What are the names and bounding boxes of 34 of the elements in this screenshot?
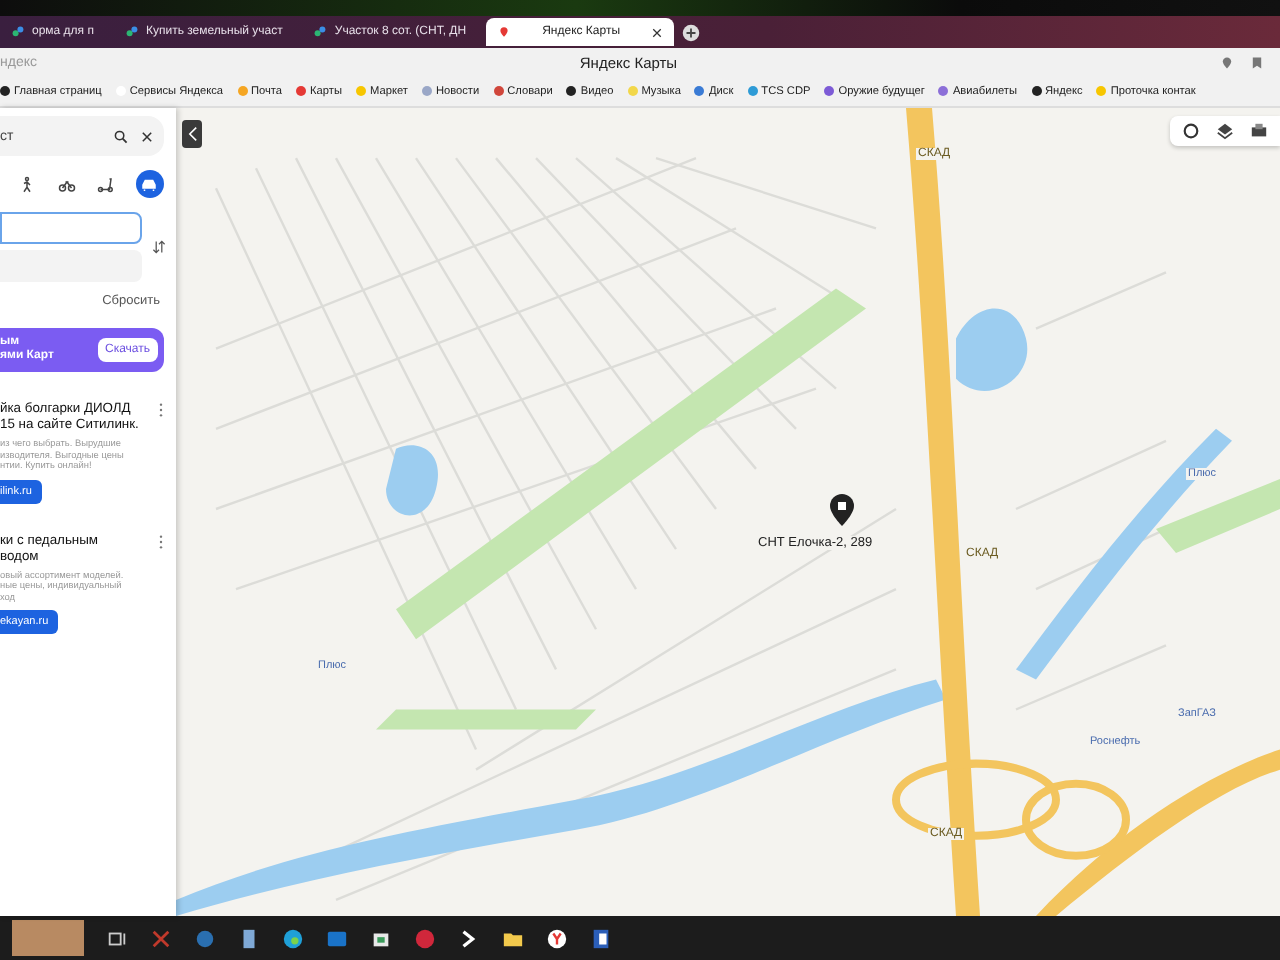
new-tab-icon[interactable] — [682, 23, 701, 41]
document-icon[interactable] — [590, 927, 612, 949]
location-icon[interactable] — [1220, 55, 1234, 69]
favicon-icon — [125, 26, 138, 38]
bookmark-icon[interactable] — [1250, 55, 1264, 69]
search-icon[interactable] — [114, 129, 128, 143]
task-view-icon[interactable] — [106, 927, 128, 949]
printer-icon[interactable] — [1250, 122, 1268, 140]
car-icon[interactable] — [135, 170, 164, 198]
terminal-icon[interactable] — [458, 927, 480, 949]
more-icon[interactable] — [158, 533, 164, 549]
close-icon[interactable] — [140, 129, 154, 143]
app-icon[interactable] — [150, 927, 172, 949]
browser-icon[interactable] — [282, 927, 304, 949]
bicycle-icon[interactable] — [57, 175, 76, 193]
location-pin-icon — [830, 494, 854, 526]
map-pin-icon — [498, 26, 511, 38]
notepad-icon[interactable] — [238, 927, 260, 949]
layers-icon[interactable] — [1216, 122, 1234, 140]
circle-icon[interactable] — [1182, 122, 1200, 140]
origin-field[interactable] — [0, 212, 142, 244]
mail-icon[interactable] — [326, 927, 348, 949]
chevron-left-icon — [187, 126, 197, 142]
collapse-panel-button[interactable] — [182, 120, 202, 148]
walk-icon[interactable] — [18, 175, 36, 193]
more-icon[interactable] — [158, 402, 164, 418]
close-icon[interactable] — [652, 27, 663, 37]
app-icon[interactable] — [414, 927, 436, 949]
browser-icon[interactable] — [546, 927, 568, 949]
scooter-icon[interactable] — [96, 175, 115, 193]
app-icon[interactable] — [194, 927, 216, 949]
favicon-icon — [314, 26, 327, 38]
swap-icon[interactable] — [152, 240, 166, 254]
favicon-icon — [12, 26, 24, 38]
